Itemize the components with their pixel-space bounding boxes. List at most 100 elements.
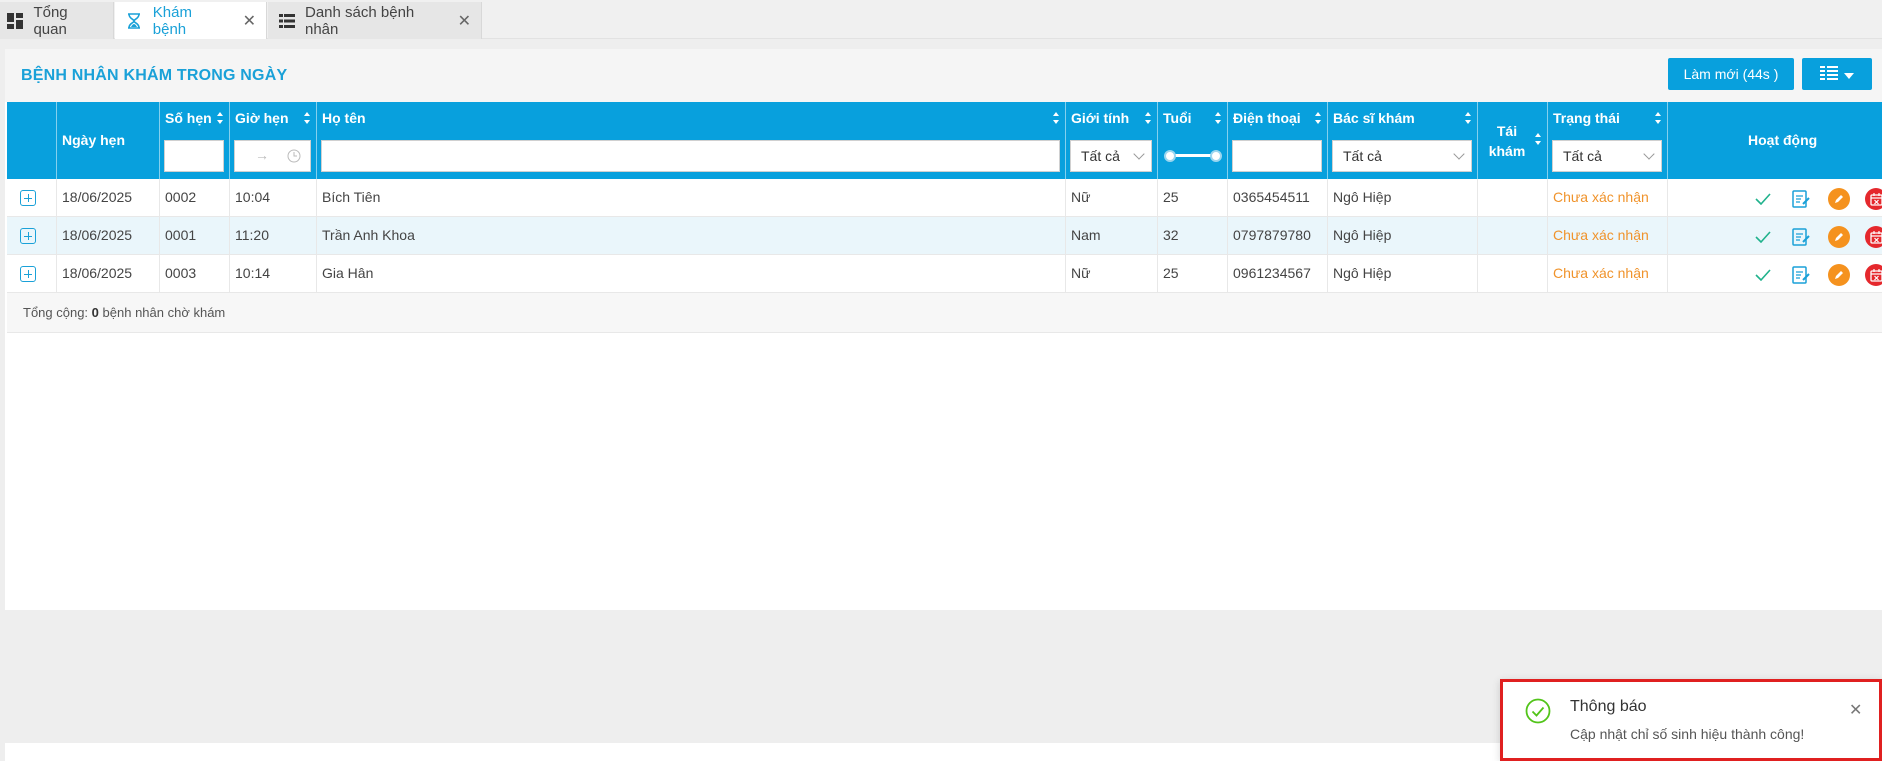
number-filter-input[interactable] [164,140,224,172]
notification-message: Cập nhật chỉ số sinh hiệu thành công! [1570,726,1805,742]
table-footer: Tổng cộng: 0 bệnh nhân chờ khám [7,293,1882,333]
cell-time: 11:20 [230,217,317,254]
cell-number: 0002 [160,179,230,216]
sort-icon[interactable] [1144,111,1152,125]
cell-revisit [1478,179,1548,216]
cell-name: Trần Anh Khoa [317,217,1066,254]
cell-doctor: Ngô Hiệp [1328,255,1478,292]
sort-icon[interactable] [1654,111,1662,125]
table-row[interactable]: 18/06/2025 0003 10:14 Gia Hân Nữ 25 0961… [7,255,1882,293]
column-settings-icon [1820,65,1838,83]
clock-icon [287,149,301,166]
refresh-button[interactable]: Làm mới (44s ) [1668,58,1794,90]
sort-icon[interactable] [1314,111,1322,125]
column-header-doctor[interactable]: Bác sĩ khám Tất cả [1328,102,1478,179]
status-filter-select[interactable]: Tất cả [1552,140,1662,172]
total-count: 0 [91,305,99,320]
cell-gender: Nữ [1066,255,1158,292]
caret-down-icon [1844,66,1854,82]
vital-signs-form-icon[interactable] [1790,188,1812,210]
gender-filter-select[interactable]: Tất cả [1070,140,1152,172]
column-header-name[interactable]: Họ tên [317,102,1066,179]
table-row[interactable]: 18/06/2025 0002 10:04 Bích Tiên Nữ 25 03… [7,179,1882,217]
edit-pencil-icon[interactable] [1828,226,1850,248]
vital-signs-form-icon[interactable] [1790,264,1812,286]
panel-header: BỆNH NHÂN KHÁM TRONG NGÀY Làm mới (44s ) [5,49,1882,102]
cell-age: 25 [1158,255,1228,292]
status-badge: Chưa xác nhận [1548,255,1668,292]
sort-icon[interactable] [303,111,311,125]
cancel-appointment-icon[interactable] [1865,188,1882,210]
cell-age: 25 [1158,179,1228,216]
sort-icon[interactable] [1052,111,1060,125]
tab-label: Tổng quan [33,3,68,38]
phone-filter-input[interactable] [1232,140,1322,172]
cell-name: Bích Tiên [317,179,1066,216]
edit-pencil-icon[interactable] [1828,264,1850,286]
cell-doctor: Ngô Hiệp [1328,217,1478,254]
vital-signs-form-icon[interactable] [1790,226,1812,248]
confirm-check-icon[interactable] [1752,264,1774,286]
cell-date: 18/06/2025 [57,255,160,292]
total-suffix: bệnh nhân chờ khám [102,305,226,320]
table-row[interactable]: 18/06/2025 0001 11:20 Trần Anh Khoa Nam … [7,217,1882,255]
cell-time: 10:04 [230,179,317,216]
cell-date: 18/06/2025 [57,217,160,254]
tab-patient-list[interactable]: Danh sách bệnh nhân ✕ [268,2,482,39]
column-settings-button[interactable] [1802,58,1872,90]
cell-time: 10:14 [230,255,317,292]
expand-row-icon[interactable] [20,266,36,282]
status-badge: Chưa xác nhận [1548,179,1668,216]
row-actions [1668,179,1882,216]
cell-age: 32 [1158,217,1228,254]
chevron-down-icon [1643,148,1655,160]
time-range-picker[interactable]: → [234,140,311,172]
cell-gender: Nữ [1066,179,1158,216]
row-actions [1668,255,1882,292]
column-header-actions: Hoạt động [1748,132,1818,148]
age-range-slider[interactable] [1164,150,1222,162]
cancel-appointment-icon[interactable] [1865,264,1882,286]
column-header-phone[interactable]: Điện thoại [1228,102,1328,179]
tab-label: Khám bệnh [152,3,192,38]
cell-revisit [1478,217,1548,254]
examination-panel: BỆNH NHÂN KHÁM TRONG NGÀY Làm mới (44s )… [5,49,1882,610]
total-label: Tổng cộng: [23,305,89,320]
expand-row-icon[interactable] [20,228,36,244]
cell-doctor: Ngô Hiệp [1328,179,1478,216]
column-header-gender[interactable]: Giới tính Tất cả [1066,102,1158,179]
column-header-revisit[interactable]: Tái khám [1478,102,1548,179]
slider-handle-max[interactable] [1210,150,1222,162]
chevron-down-icon [1453,148,1465,160]
success-notification: Thông báo Cập nhật chỉ số sinh hiệu thàn… [1500,679,1882,761]
close-icon[interactable]: ✕ [243,11,256,31]
tab-overview[interactable]: Tổng quan [0,2,114,39]
tab-examination[interactable]: Khám bệnh ✕ [115,2,267,39]
confirm-check-icon[interactable] [1752,226,1774,248]
column-header-time[interactable]: Giờ hẹn → [230,102,317,179]
expand-row-icon[interactable] [20,190,36,206]
name-filter-input[interactable] [321,140,1060,172]
table-body: 18/06/2025 0002 10:04 Bích Tiên Nữ 25 03… [7,179,1882,293]
notification-title: Thông báo [1570,698,1647,715]
arrow-right-icon: → [255,147,269,163]
doctor-filter-select[interactable]: Tất cả [1332,140,1472,172]
sort-icon[interactable] [1214,111,1222,125]
column-header-age[interactable]: Tuổi [1158,102,1228,179]
sort-icon[interactable] [1534,132,1542,146]
cell-number: 0003 [160,255,230,292]
close-icon[interactable]: ✕ [1849,700,1862,720]
column-header-status[interactable]: Trạng thái Tất cả [1548,102,1668,179]
edit-pencil-icon[interactable] [1828,188,1850,210]
sort-icon[interactable] [216,111,224,125]
cell-name: Gia Hân [317,255,1066,292]
close-icon[interactable]: ✕ [458,11,471,31]
sort-icon[interactable] [1464,111,1472,125]
confirm-check-icon[interactable] [1752,188,1774,210]
table-header: Ngày hẹn Số hẹn Giờ hẹn → Họ tên Giới tí… [7,102,1882,179]
slider-handle-min[interactable] [1164,150,1176,162]
check-circle-icon [1525,698,1551,724]
column-header-number[interactable]: Số hẹn [160,102,230,179]
column-header-date[interactable]: Ngày hẹn [57,102,160,179]
cancel-appointment-icon[interactable] [1865,226,1882,248]
